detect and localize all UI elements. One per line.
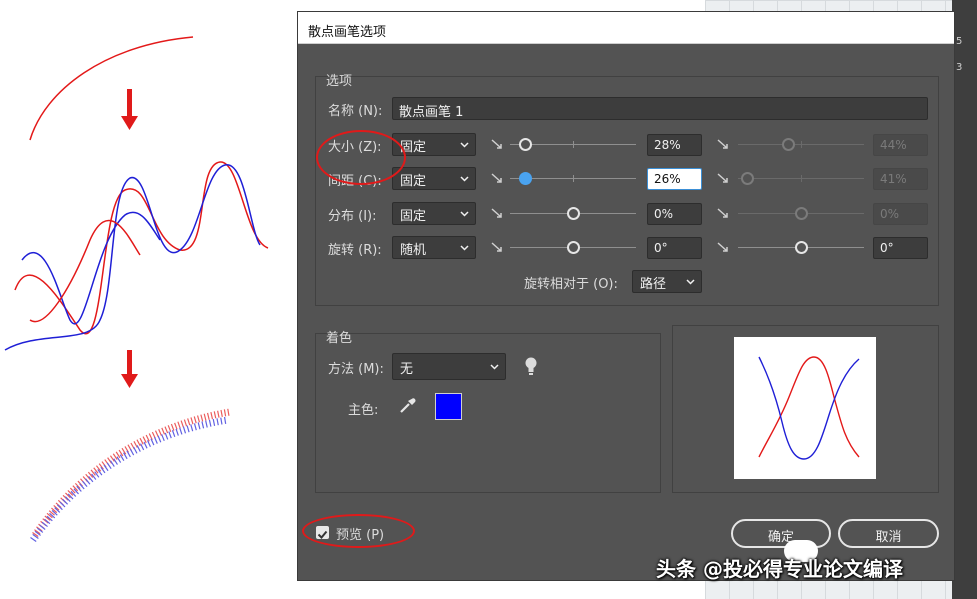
side-label: 3: [956, 62, 963, 73]
slider-midpoint-tick: [573, 141, 574, 148]
side-panel-strip: 5 3: [952, 0, 977, 599]
slider-max-icon: [717, 208, 728, 218]
annotation-oval-preview: [302, 514, 415, 548]
scatter-brush-options-dialog: 散点画笔选项 选项 名称 (N): 散点画笔 1 大小 (Z): 固定 28% 44%…: [297, 11, 955, 581]
slider-midpoint-tick: [573, 175, 574, 182]
cancel-button[interactable]: 取消: [838, 519, 939, 548]
rotation-mode-value: 随机: [400, 243, 427, 258]
spacing-max-slider-knob: [740, 172, 754, 185]
chevron-down-icon: [460, 211, 469, 217]
slider-max-icon: [717, 139, 728, 149]
chevron-down-icon: [490, 364, 499, 370]
name-label: 名称 (N):: [328, 104, 383, 119]
slider-min-icon: [491, 242, 502, 252]
rotation-label: 旋转 (R):: [328, 243, 382, 258]
options-section-title: 选项: [326, 74, 353, 89]
dialog-title: 散点画笔选项: [298, 12, 954, 44]
scattered-brush-stroke: [30, 408, 231, 543]
rotation-relative-value: 路径: [640, 277, 667, 292]
colorization-section-title: 着色: [326, 331, 353, 346]
down-arrow-2: [121, 350, 138, 388]
slider-midpoint-tick: [801, 141, 802, 148]
chevron-down-icon: [460, 142, 469, 148]
rotation-max-slider-knob[interactable]: [795, 241, 808, 254]
rotation-min-input[interactable]: 0°: [647, 237, 702, 259]
rotation-max-input[interactable]: 0°: [873, 237, 928, 259]
rotation-relative-select[interactable]: 路径: [632, 270, 702, 293]
side-label: 5: [956, 36, 963, 47]
spacing-min-input[interactable]: 26%: [647, 168, 702, 190]
spacing-max-input: 41%: [873, 168, 928, 190]
chevron-down-icon: [460, 245, 469, 251]
slider-min-icon: [491, 173, 502, 183]
key-color-label: 主色:: [348, 403, 379, 418]
lightbulb-icon[interactable]: [525, 356, 537, 376]
scatter-min-input[interactable]: 0%: [647, 203, 702, 225]
down-arrow-1: [121, 89, 138, 130]
watermark: 头条 @投必得专业论文编译: [656, 557, 903, 581]
brush-preview: [734, 337, 876, 479]
chevron-down-icon: [686, 279, 695, 285]
size-max-input: 44%: [873, 134, 928, 156]
scatter-max-slider-knob: [795, 207, 808, 220]
slider-min-icon: [491, 208, 502, 218]
rotation-min-slider-knob[interactable]: [567, 241, 580, 254]
scatter-mode-value: 固定: [400, 209, 427, 224]
ok-button[interactable]: 确定: [731, 519, 831, 548]
rotation-mode-select[interactable]: 随机: [392, 236, 476, 259]
method-label: 方法 (M):: [328, 362, 384, 377]
name-input[interactable]: 散点画笔 1: [392, 97, 928, 120]
scatter-label: 分布 (I):: [328, 209, 377, 224]
slider-max-icon: [717, 242, 728, 252]
spacing-mode-value: 固定: [400, 174, 427, 189]
eyedropper-icon[interactable]: [398, 395, 418, 415]
illustration-canvas: [4, 36, 269, 543]
chevron-down-icon: [460, 176, 469, 182]
scatter-max-input: 0%: [873, 203, 928, 225]
scatter-mode-select[interactable]: 固定: [392, 202, 476, 225]
method-value: 无: [400, 362, 414, 377]
key-color-swatch[interactable]: [435, 393, 462, 420]
spacing-mode-select[interactable]: 固定: [392, 167, 476, 190]
red-arc-path: [29, 36, 194, 141]
annotation-oval-size-spacing: [316, 130, 406, 185]
slider-midpoint-tick: [801, 175, 802, 182]
slider-max-icon: [717, 173, 728, 183]
scatter-min-slider-knob[interactable]: [567, 207, 580, 220]
slider-min-icon: [491, 139, 502, 149]
method-select[interactable]: 无: [392, 353, 506, 380]
blue-wave-path: [4, 164, 261, 351]
size-min-input[interactable]: 28%: [647, 134, 702, 156]
rotation-relative-label: 旋转相对于 (O):: [524, 277, 618, 292]
